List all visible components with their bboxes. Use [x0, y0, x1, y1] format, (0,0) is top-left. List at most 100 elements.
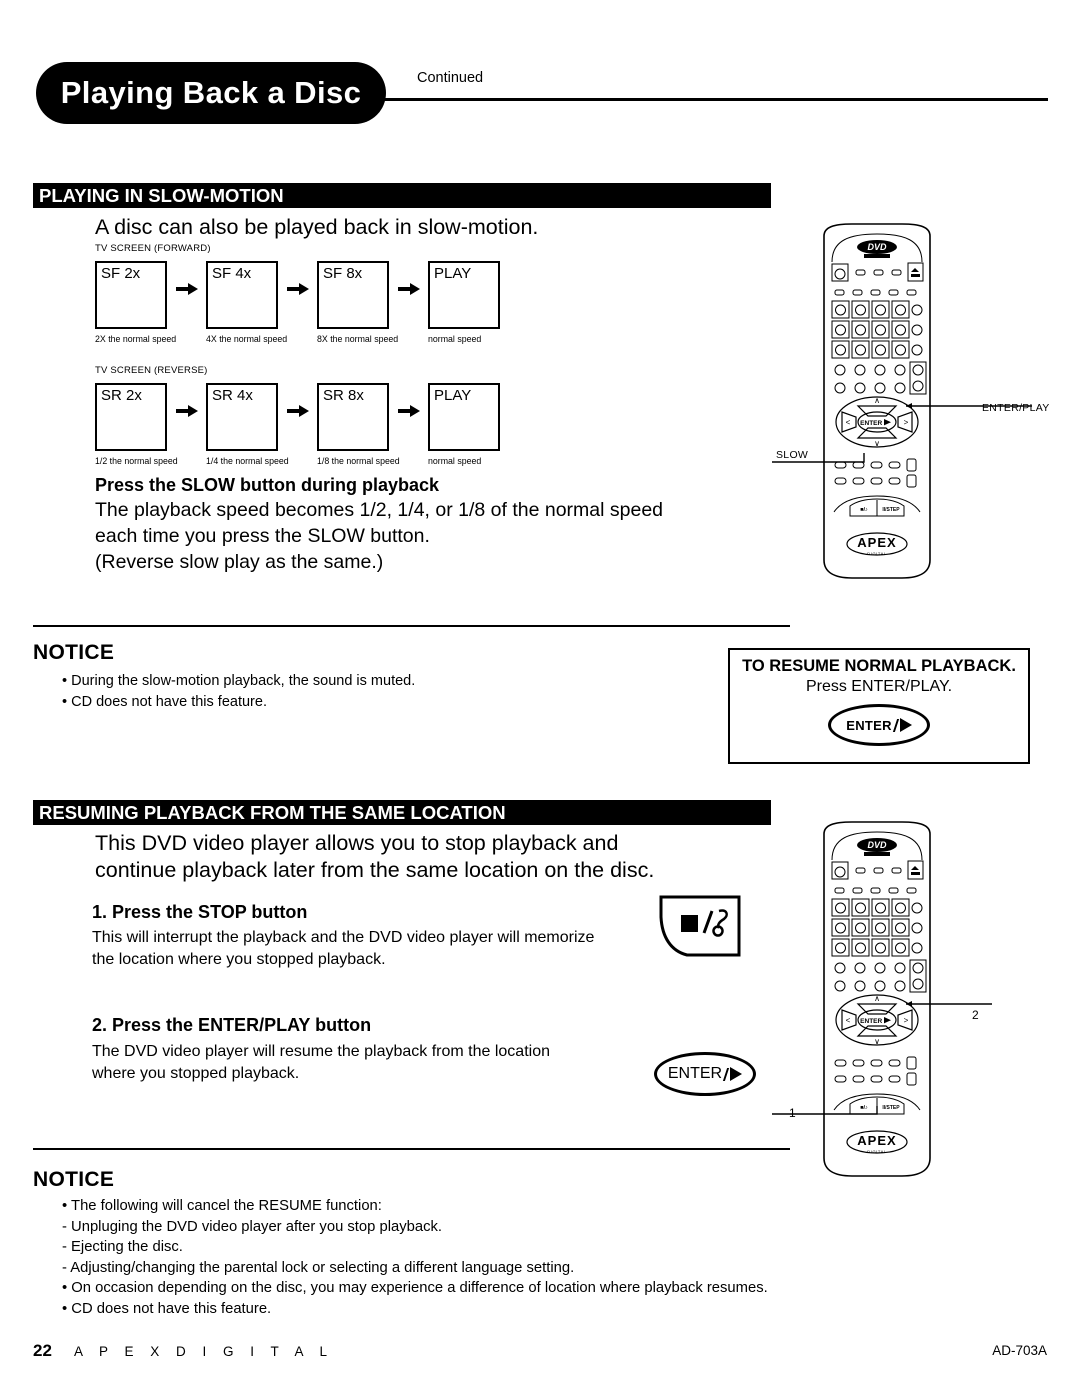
step2-heading: 2. Press the ENTER/PLAY button — [92, 1015, 372, 1035]
callout-line-2 — [906, 1001, 992, 1007]
step1-line-1: This will interrupt the playback and the… — [92, 929, 595, 946]
arrow-separator — [389, 261, 428, 329]
callout-label-1: 1 — [789, 1106, 796, 1120]
tv-screen: SF 4x — [206, 261, 278, 329]
enter-play-button-step2[interactable]: ENTER — [654, 1052, 756, 1096]
callout-label-enter-play: ENTER/PLAY — [982, 402, 1050, 414]
footer-brand: A P E X D I G I T A L — [74, 1344, 334, 1359]
slow-instruction-line-3: (Reverse slow play as the same.) — [95, 551, 384, 573]
enter-play-button[interactable]: ENTER — [828, 704, 930, 746]
svg-text:>: > — [904, 418, 909, 427]
svg-text:∧: ∧ — [874, 396, 880, 405]
slash-separator-icon — [722, 1067, 730, 1081]
arrow-separator — [389, 383, 428, 451]
svg-text:∨: ∨ — [874, 439, 880, 448]
enter-play-label: ENTER — [846, 717, 892, 733]
slow-instruction-line-2: each time you press the SLOW button. — [95, 525, 430, 547]
notice-item: - Unpluging the DVD video player after y… — [62, 1218, 442, 1235]
screen-caption: 8X the normal speed — [317, 334, 399, 344]
svg-text:DVD: DVD — [867, 840, 887, 850]
svg-text:<: < — [846, 418, 851, 427]
screen-step: SF 8x 8X the normal speed — [317, 261, 398, 344]
arrow-right-icon — [176, 283, 198, 295]
play-triangle-icon — [730, 1067, 743, 1081]
svg-text:■/♪: ■/♪ — [860, 507, 868, 513]
resume-intro-line-2: continue playback later from the same lo… — [95, 858, 655, 882]
svg-text:∨: ∨ — [874, 1037, 880, 1046]
screen-step: SR 8x 1/8 the normal speed — [317, 383, 400, 466]
section-heading-slow-motion: PLAYING IN SLOW-MOTION — [33, 183, 771, 208]
notice-bottom-divider — [33, 1148, 790, 1150]
tv-screen-forward-label: TV SCREEN (FORWARD) — [95, 243, 211, 254]
manual-page: Playing Back a Disc Continued PLAYING IN… — [0, 0, 1080, 1397]
section-heading-resuming-playback: RESUMING PLAYBACK FROM THE SAME LOCATION — [33, 800, 771, 825]
arrow-right-icon — [398, 283, 420, 295]
slow-instruction-line-1: The playback speed becomes 1/2, 1/4, or … — [95, 499, 664, 521]
reverse-sequence: SR 2x 1/2 the normal speed SR 4x 1/4 the… — [95, 383, 500, 466]
arrow-right-icon — [287, 283, 309, 295]
screen-caption: 2X the normal speed — [95, 334, 177, 344]
tv-screen: SR 4x — [206, 383, 278, 451]
svg-text:II/STEP: II/STEP — [882, 1105, 900, 1111]
header-divider — [380, 98, 1048, 101]
screen-caption: 1/4 the normal speed — [206, 456, 289, 466]
svg-text:>: > — [904, 1016, 909, 1025]
screen-caption: 4X the normal speed — [206, 334, 288, 344]
notice-bottom-title: NOTICE — [33, 1168, 115, 1191]
screen-caption: 1/8 the normal speed — [317, 456, 400, 466]
notice-bottom-list: • The following will cancel the RESUME f… — [62, 1196, 768, 1319]
step1-line-2: the location where you stopped playback. — [92, 951, 386, 968]
svg-text:ENTER /: ENTER / — [860, 1018, 886, 1025]
notice-top-list: • During the slow-motion playback, the s… — [62, 671, 415, 713]
resume-intro-line-1: This DVD video player allows you to stop… — [95, 831, 619, 855]
tv-screen: PLAY — [428, 383, 500, 451]
notice-item: • CD does not have this feature. — [62, 1300, 272, 1317]
svg-text:DVD: DVD — [867, 242, 887, 252]
arrow-separator — [278, 383, 317, 451]
resume-callout-title: TO RESUME NORMAL PLAYBACK. — [742, 657, 1016, 675]
arrow-separator — [278, 261, 317, 329]
screen-step: SR 2x 1/2 the normal speed — [95, 383, 178, 466]
screen-step: SR 4x 1/4 the normal speed — [206, 383, 289, 466]
page-title-pill: Playing Back a Disc — [36, 62, 386, 124]
callout-label-slow: SLOW — [776, 449, 809, 461]
svg-text:APEX: APEX — [857, 1133, 896, 1148]
tv-screen: PLAY — [428, 261, 500, 329]
notice-top-divider — [33, 625, 790, 627]
footer-model-number: AD-703A — [992, 1343, 1047, 1358]
stop-button-icon — [659, 895, 741, 957]
step1-heading: 1. Press the STOP button — [92, 902, 308, 922]
resume-callout-subtitle: Press ENTER/PLAY. — [805, 678, 953, 695]
page-title: Playing Back a Disc — [60, 75, 362, 110]
notice-item: • On occasion depending on the disc, you… — [62, 1280, 768, 1296]
forward-sequence: SF 2x 2X the normal speed SF 4x 4X the n… — [95, 261, 500, 344]
remote-control-illustration-2: DVD ENTER / ∧ ∨ < > ■/♪ II/STEP APEX DIG… — [772, 820, 992, 1185]
notice-item: • CD does not have this feature. — [62, 694, 267, 710]
callout-label-2: 2 — [972, 1008, 979, 1022]
slash-separator-icon — [892, 718, 899, 732]
slow-instruction-heading: Press the SLOW button during playback — [95, 475, 440, 495]
remote-control-illustration-1: DVD ENTER / ∧ ∨ < > ■/♪ II/STEP APEX DIG… — [772, 222, 1032, 587]
screen-caption: normal speed — [428, 334, 482, 344]
enter-play-label: ENTER — [667, 1065, 723, 1082]
screen-caption: 1/2 the normal speed — [95, 456, 178, 466]
tv-screen: SR 2x — [95, 383, 167, 451]
arrow-right-icon — [398, 405, 420, 417]
svg-text:DIGITAL: DIGITAL — [867, 551, 887, 556]
notice-item: • During the slow-motion playback, the s… — [62, 673, 416, 689]
continued-label: Continued — [417, 70, 484, 86]
notice-item: • The following will cancel the RESUME f… — [62, 1198, 382, 1214]
page-number: 22 — [33, 1341, 52, 1360]
svg-text:DIGITAL: DIGITAL — [867, 1149, 887, 1154]
arrow-separator — [167, 261, 206, 329]
step2-line-2: where you stopped playback. — [92, 1065, 300, 1082]
step2-line-1: The DVD video player will resume the pla… — [92, 1043, 550, 1060]
svg-text:∧: ∧ — [874, 994, 880, 1003]
notice-item: - Ejecting the disc. — [62, 1239, 183, 1255]
tv-screen: SF 2x — [95, 261, 167, 329]
svg-text:APEX: APEX — [857, 535, 896, 550]
arrow-right-icon — [287, 405, 309, 417]
play-triangle-icon — [899, 718, 912, 732]
screen-step: SF 2x 2X the normal speed — [95, 261, 176, 344]
svg-text:ENTER /: ENTER / — [860, 420, 886, 427]
